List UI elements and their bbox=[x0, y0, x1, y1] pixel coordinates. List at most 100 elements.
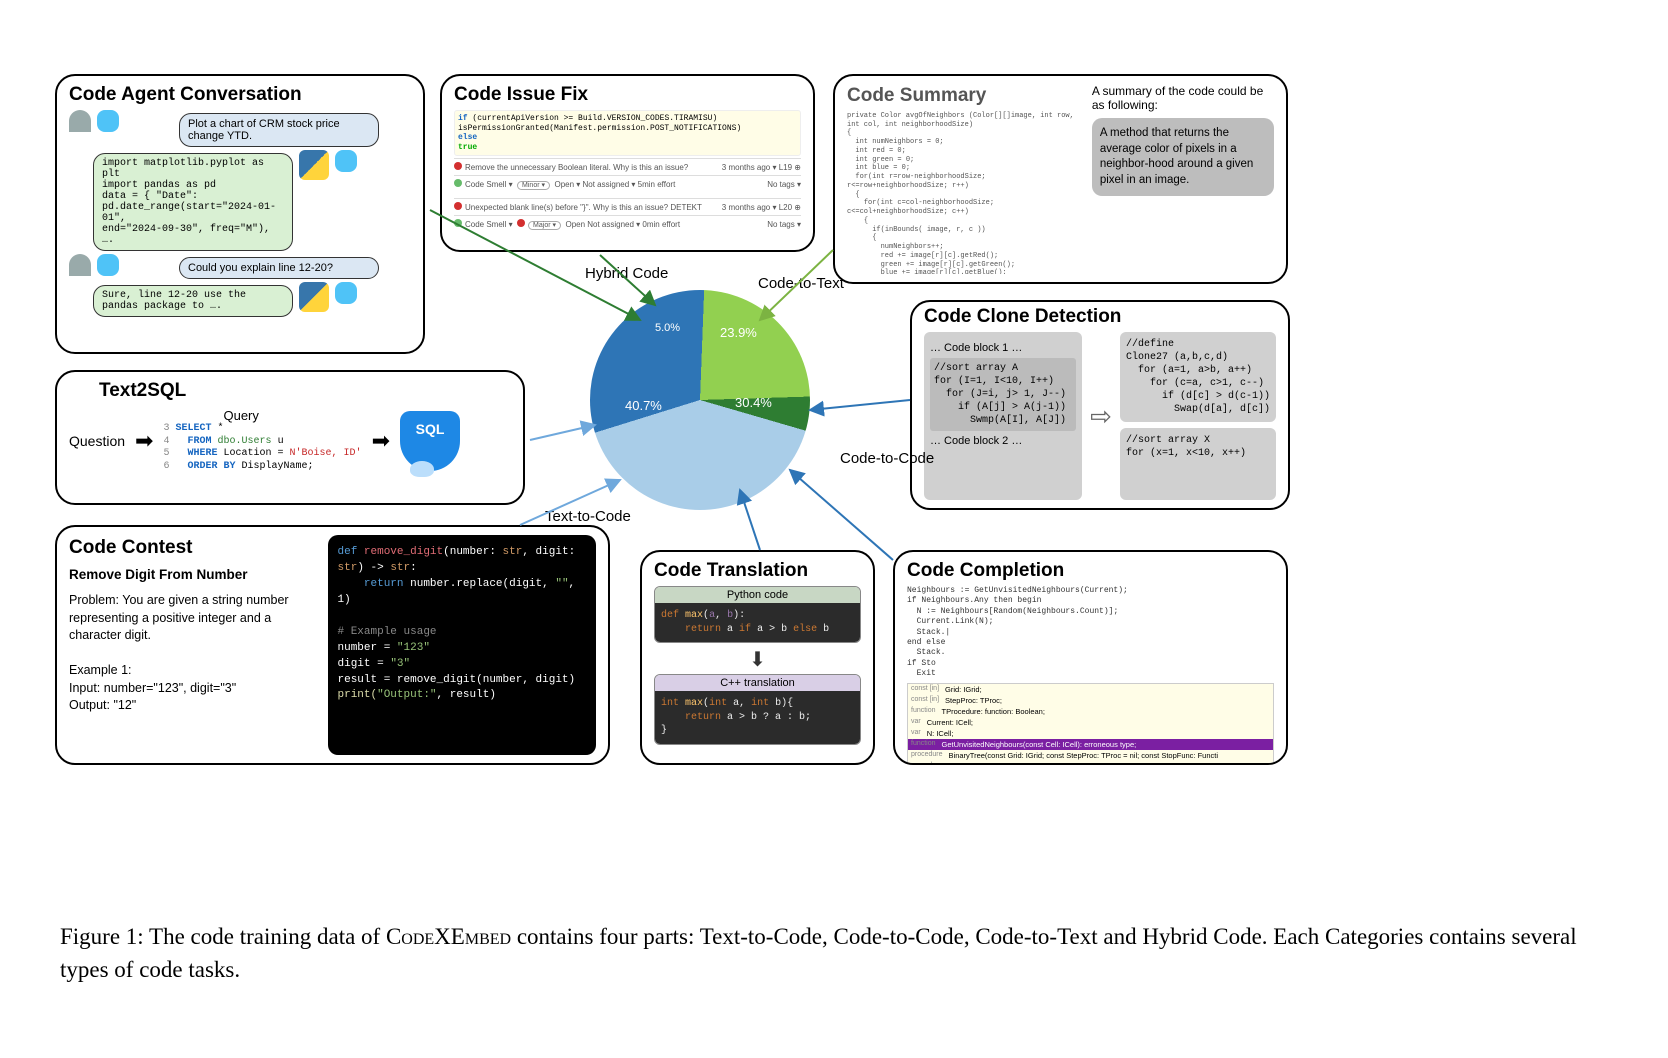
example-input: Input: number="123", digit="3" bbox=[69, 680, 318, 698]
issue-text: Remove the unnecessary Boolean literal. … bbox=[465, 163, 688, 172]
comp-code: Neighbours := GetUnvisitedNeighbours(Cur… bbox=[907, 586, 1274, 680]
category-label-hybrid: Hybrid Code bbox=[585, 265, 668, 282]
summary-side: A summary of the code could be as follow… bbox=[1092, 84, 1274, 274]
completion-item: functionTProcedure: function: Boolean; bbox=[908, 706, 1273, 717]
code-line: result = remove_digit(number, digit) bbox=[338, 673, 587, 689]
completion-item: varCurrent: ICell; bbox=[908, 717, 1273, 728]
ty: str bbox=[390, 562, 410, 574]
completion-item: const [in]Grid: IGrid; bbox=[908, 684, 1273, 695]
panel-code-issue-fix: Code Issue Fix if (currentApiVersion >= … bbox=[440, 74, 815, 252]
clone-block-right: //define Clone27 (a,b,c,d) for (a=1, a>b… bbox=[1120, 332, 1276, 422]
kw: def bbox=[338, 546, 364, 558]
pie-label: 30.4% bbox=[735, 395, 772, 410]
panel-text2sql: Text2SQL Question ➡ Query 3SELECT * 4 FR… bbox=[55, 370, 525, 505]
summary-code: Code Summary private Color avgOfNeighbor… bbox=[847, 84, 1084, 274]
code-line: true bbox=[458, 143, 797, 153]
example-output: Output: "12" bbox=[69, 697, 318, 715]
completion-item: const [in]StepProc: TProc; bbox=[908, 695, 1273, 706]
agent-row: Sure, line 12-20 use the pandas package … bbox=[69, 282, 411, 320]
tag: No tags ▾ bbox=[767, 180, 801, 189]
caption-prefix: Figure 1: The code training data of bbox=[60, 924, 386, 949]
contest-code: def remove_digit(number: str, digit: str… bbox=[328, 535, 597, 755]
arrow-right-icon: ➡ bbox=[372, 428, 390, 454]
txt: ) -> bbox=[357, 562, 390, 574]
cpp-box: C++ translation int max(int a, int b){ r… bbox=[654, 674, 861, 745]
category-label-code-to-text: Code-to-Text bbox=[758, 275, 844, 292]
issue-text: Unexpected blank line(s) before "}". Why… bbox=[465, 203, 702, 212]
str: "Output:" bbox=[377, 689, 436, 701]
issue-tags-row: Code Smell ▾ Major ▾ Open Not assigned ▾… bbox=[454, 215, 801, 232]
bot-icon bbox=[97, 110, 119, 132]
severity-dot-icon bbox=[517, 219, 525, 227]
summary-box: A method that returns the average color … bbox=[1092, 118, 1274, 196]
category-label-code-to-code: Code-to-Code bbox=[840, 450, 934, 467]
line-num: 3 bbox=[163, 423, 175, 434]
ty: str bbox=[503, 546, 523, 558]
panel-title: Code Contest bbox=[69, 535, 318, 562]
caption-name: CodeXEmbed bbox=[386, 924, 511, 949]
smell-dot-icon bbox=[454, 179, 462, 187]
box-header: Python code bbox=[655, 587, 860, 603]
problem-text: Problem: You are given a string number r… bbox=[69, 592, 318, 645]
bot-icon bbox=[97, 254, 119, 276]
summary-lead: A summary of the code could be as follow… bbox=[1092, 84, 1274, 112]
issue-tags-row: Code Smell ▾ Minor ▾ Open ▾ Not assigned… bbox=[454, 175, 801, 192]
pie-label: 5.0% bbox=[655, 322, 680, 334]
contest-problem: Code Contest Remove Digit From Number Pr… bbox=[69, 535, 318, 755]
completion-item: functionGetUnvisitedNeighbours(const Cel… bbox=[908, 739, 1273, 750]
panel-code-translation: Code Translation Python code def max(a, … bbox=[640, 550, 875, 765]
panel-code-clone-detection: Code Clone Detection … Code block 1 … //… bbox=[910, 300, 1290, 510]
txt: , result) bbox=[437, 689, 496, 701]
tag: No tags ▾ bbox=[767, 220, 801, 229]
sql-code: 3SELECT * 4 FROM dbo.Users u 5 WHERE Loc… bbox=[163, 423, 361, 473]
python-icon bbox=[299, 150, 329, 180]
completion-item: varN: ICell; bbox=[908, 728, 1273, 739]
panel-title: Code Summary bbox=[847, 84, 1084, 108]
sql-block: Query 3SELECT * 4 FROM dbo.Users u 5 WHE… bbox=[163, 408, 361, 473]
issue-row: Unexpected blank line(s) before "}". Why… bbox=[454, 198, 801, 215]
question-label: Question bbox=[69, 433, 125, 449]
arrow-down-icon: ⬇ bbox=[654, 647, 861, 672]
code-line: isPermissionGranted(Manifest.permission.… bbox=[458, 124, 797, 134]
severity-dot-icon bbox=[454, 162, 462, 170]
clone-block-right: //sort array X for (x=1, x<10, x++) bbox=[1120, 428, 1276, 500]
example-label: Example 1: bbox=[69, 662, 318, 680]
txt: , digit: bbox=[522, 546, 575, 558]
line-num: 5 bbox=[163, 448, 175, 459]
panel-title: Code Completion bbox=[907, 560, 1274, 582]
code-body: def max(a, b): return a if a > b else b bbox=[655, 603, 860, 642]
agent-row: import matplotlib.pyplot as plt import p… bbox=[69, 150, 411, 254]
category-label-text-to-code: Text-to-Code bbox=[545, 508, 631, 525]
fn: print( bbox=[338, 689, 378, 701]
txt: (number: bbox=[443, 546, 502, 558]
pie-label: 40.7% bbox=[625, 398, 662, 413]
sql-database-icon: SQL bbox=[400, 411, 460, 471]
tag: Minor ▾ bbox=[517, 181, 550, 190]
code-body: int max(int a, int b){ return a > b ? a … bbox=[655, 691, 860, 744]
pie-graphic bbox=[590, 290, 810, 510]
completion-item: procedureAldousBroder(const Grid: IGrid;… bbox=[908, 761, 1273, 765]
figure-area: Code Agent Conversation Plot a chart of … bbox=[0, 0, 1668, 900]
code-line: } bbox=[661, 724, 854, 738]
agent-row: Could you explain line 12-20? bbox=[69, 254, 411, 282]
panel-title: Code Issue Fix bbox=[454, 84, 801, 106]
box-header: C++ translation bbox=[655, 675, 860, 691]
completion-popup: const [in]Grid: IGrid;const [in]StepProc… bbox=[907, 683, 1274, 765]
figure-caption: Figure 1: The code training data of Code… bbox=[60, 920, 1608, 987]
comment: # Example usage bbox=[338, 625, 587, 641]
clone-block-left: … Code block 1 … //sort array A for (I=1… bbox=[924, 332, 1082, 500]
python-icon bbox=[299, 282, 329, 312]
line-num: 6 bbox=[163, 461, 175, 472]
issue-meta: 3 months ago ▾ L20 ⊕ bbox=[722, 203, 801, 212]
panel-title: Text2SQL bbox=[99, 380, 511, 402]
panel-title: Code Clone Detection bbox=[924, 306, 1121, 328]
code-block: //sort array A for (I=1, I<10, I++) for … bbox=[930, 358, 1076, 431]
panel-title: Code Agent Conversation bbox=[69, 84, 411, 106]
issue-meta: 3 months ago ▾ L19 ⊕ bbox=[722, 163, 801, 172]
user-bubble: Could you explain line 12-20? bbox=[179, 257, 379, 279]
code-block: private Color avgOfNeighbors (Color[][]i… bbox=[847, 112, 1084, 274]
code-block: //sort array X for (x=1, x<10, x++) bbox=[1126, 434, 1270, 460]
user-icon bbox=[69, 110, 91, 132]
panel-code-summary: Code Summary private Color avgOfNeighbor… bbox=[833, 74, 1288, 284]
pie-label: 23.9% bbox=[720, 325, 757, 340]
